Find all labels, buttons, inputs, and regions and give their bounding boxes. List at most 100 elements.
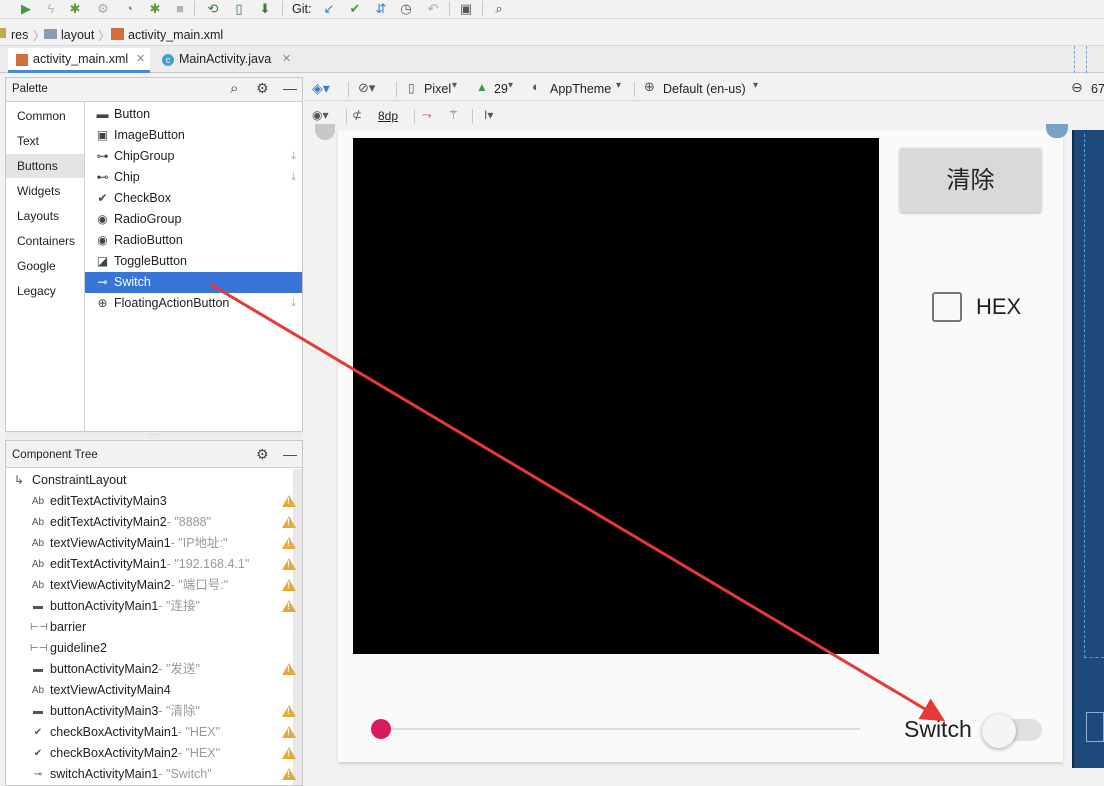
attach-process-icon[interactable]: ✱ — [146, 0, 164, 17]
tree-row-buttonactivitymain2[interactable]: ▬ buttonActivityMain2- "发送" — [6, 659, 306, 680]
project-structure-icon[interactable]: ▣ — [457, 0, 475, 17]
run-icon[interactable]: ▶ — [17, 0, 35, 17]
zoom-out-icon[interactable]: ⊖ — [1071, 79, 1083, 96]
tree-row-buttonactivitymain3[interactable]: ▬ buttonActivityMain3- "清除" — [6, 701, 306, 722]
tab-mainactivity-java[interactable]: c MainActivity.java ✕ — [154, 48, 300, 73]
palette-category-common[interactable]: Common — [6, 104, 84, 128]
tree-row-guideline2[interactable]: ⊢⊣ guideline2 — [6, 638, 306, 659]
search-icon[interactable]: ⌕ — [230, 80, 238, 97]
tree-row-textviewactivitymain1[interactable]: Ab textViewActivityMain1- "IP地址:" — [6, 533, 306, 554]
attach-debugger-icon[interactable]: ⚙ — [94, 0, 112, 17]
gear-icon[interactable]: ⚙ — [256, 446, 269, 463]
default-margin[interactable]: 8dp — [378, 109, 398, 123]
git-update-icon[interactable]: ↙ — [320, 0, 338, 17]
switch-icon: ⊸ — [97, 275, 108, 289]
tree-row-edittextactivitymain2[interactable]: Ab editTextActivityMain2- "8888" — [6, 512, 306, 533]
hex-checkbox[interactable] — [932, 292, 962, 322]
debug-icon[interactable]: ✱ — [66, 0, 84, 17]
search-everywhere-icon[interactable]: ⌕ — [490, 0, 508, 17]
palette-category-text[interactable]: Text — [6, 129, 84, 153]
sdk-manager-icon[interactable]: ⬇ — [256, 0, 274, 17]
breadcrumb-item-layout[interactable]: layout — [61, 27, 94, 43]
warning-icon[interactable] — [282, 537, 296, 549]
tree-row-checkboxactivitymain1[interactable]: ✔ checkBoxActivityMain1- "HEX" — [6, 722, 306, 743]
tab-activity-main-xml[interactable]: activity_main.xml ✕ — [8, 48, 150, 73]
sync-gradle-icon[interactable]: ⟲ — [204, 0, 222, 17]
palette-item-checkbox[interactable]: ✔ CheckBox — [85, 188, 302, 209]
download-icon[interactable]: ⤓ — [291, 167, 296, 188]
download-icon[interactable]: ⤓ — [291, 146, 296, 167]
seekbar-track[interactable] — [380, 728, 860, 730]
breadcrumb-item-file[interactable]: activity_main.xml — [128, 27, 223, 43]
palette-category-containers[interactable]: Containers — [6, 229, 84, 253]
breadcrumb-item-res[interactable]: res — [11, 27, 28, 43]
git-compare-icon[interactable]: ⇵ — [372, 0, 390, 17]
palette-item-imagebutton[interactable]: ▣ ImageButton — [85, 125, 302, 146]
magic-wand-icon[interactable]: ⚚ — [448, 108, 459, 122]
tree-row-buttonactivitymain1[interactable]: ▬ buttonActivityMain1- "连接" — [6, 596, 306, 617]
git-commit-icon[interactable]: ✔ — [346, 0, 364, 17]
clear-button[interactable]: 清除 — [900, 148, 1041, 212]
breadcrumb: res 〉 layout 〉 activity_main.xml — [0, 20, 1104, 46]
device-selector[interactable]: Pixel — [424, 80, 451, 98]
palette-item-button[interactable]: ▬ Button — [85, 104, 302, 125]
clear-constraints-icon[interactable]: ⤳ — [422, 108, 432, 123]
stop-icon[interactable]: ■ — [171, 0, 189, 17]
palette-item-togglebutton[interactable]: ◪ ToggleButton — [85, 251, 302, 272]
warning-icon[interactable] — [282, 768, 296, 780]
warning-icon[interactable] — [282, 600, 296, 612]
theme-selector[interactable]: AppTheme — [550, 80, 611, 98]
tree-row-switchactivitymain1[interactable]: ⊸ switchActivityMain1- "Switch" — [6, 764, 306, 785]
tree-row-constraintlayout[interactable]: ↳ ConstraintLayout — [6, 470, 292, 491]
apply-changes-icon[interactable]: ϟ — [42, 0, 60, 17]
palette-item-radiogroup[interactable]: ◉ RadioGroup — [85, 209, 302, 230]
minimize-icon[interactable]: — — [283, 80, 297, 96]
tree-row-barrier[interactable]: ⊢⊣ barrier — [6, 617, 306, 638]
tree-row-textviewactivitymain4[interactable]: Ab textViewActivityMain4 — [6, 680, 306, 701]
palette-category-google[interactable]: Google — [6, 254, 84, 278]
profile-icon[interactable]: ◔ — [120, 0, 138, 17]
panel-splitter[interactable]: ····· — [5, 432, 303, 439]
switch-thumb[interactable] — [982, 714, 1016, 748]
palette-item-chipgroup[interactable]: ⊶ ChipGroup ⤓ — [85, 146, 302, 167]
palette-category-legacy[interactable]: Legacy — [6, 279, 84, 303]
tree-row-edittextactivitymain3[interactable]: Ab editTextActivityMain3 — [6, 491, 306, 512]
close-tab-icon[interactable]: ✕ — [282, 52, 291, 65]
orientation-icon[interactable]: ⊘▾ — [358, 80, 375, 96]
warning-icon[interactable] — [282, 705, 296, 717]
layers-icon[interactable]: ◈▾ — [312, 80, 330, 97]
text-view-icon: Ab — [31, 496, 45, 507]
palette-category-buttons[interactable]: Buttons — [6, 154, 84, 178]
eye-icon[interactable]: ◉▾ — [312, 108, 329, 122]
warning-icon[interactable] — [282, 558, 296, 570]
seekbar-thumb[interactable] — [371, 719, 391, 739]
warning-icon[interactable] — [282, 495, 296, 507]
palette-item-floatingactionbutton[interactable]: ⊕ FloatingActionButton ⤓ — [85, 293, 302, 314]
git-history-icon[interactable]: ◷ — [397, 0, 415, 17]
warning-icon[interactable] — [282, 726, 296, 738]
avd-manager-icon[interactable]: ▯ — [230, 0, 248, 17]
warning-icon[interactable] — [282, 579, 296, 591]
text-display-area[interactable] — [353, 138, 879, 654]
palette-item-switch[interactable]: ⊸ Switch — [85, 272, 302, 293]
tree-row-checkboxactivitymain2[interactable]: ✔ checkBoxActivityMain2- "HEX" — [6, 743, 306, 764]
locale-selector[interactable]: Default (en-us) — [663, 80, 746, 98]
download-icon[interactable]: ⤓ — [291, 293, 296, 314]
api-selector[interactable]: 29 — [494, 80, 508, 98]
warning-icon[interactable] — [282, 747, 296, 759]
palette-category-layouts[interactable]: Layouts — [6, 204, 84, 228]
palette-category-widgets[interactable]: Widgets — [6, 179, 84, 203]
tree-row-textviewactivitymain2[interactable]: Ab textViewActivityMain2- "端口号:" — [6, 575, 306, 596]
autoconnect-off-icon[interactable]: ⊄ — [352, 108, 362, 122]
close-tab-icon[interactable]: ✕ — [136, 52, 145, 65]
warning-icon[interactable] — [282, 516, 296, 528]
git-rollback-icon[interactable]: ↶ — [424, 0, 442, 17]
guidelines-icon[interactable]: Ι▾ — [484, 108, 493, 122]
minimize-icon[interactable]: — — [283, 446, 297, 462]
palette-item-chip[interactable]: ⊷ Chip ⤓ — [85, 167, 302, 188]
tree-row-edittextactivitymain1[interactable]: Ab editTextActivityMain1- "192.168.4.1" — [6, 554, 306, 575]
palette-item-radiobutton[interactable]: ◉ RadioButton — [85, 230, 302, 251]
warning-icon[interactable] — [282, 663, 296, 675]
gear-icon[interactable]: ⚙ — [256, 80, 269, 97]
device-screen: 清除 HEX Switch — [338, 130, 1063, 762]
